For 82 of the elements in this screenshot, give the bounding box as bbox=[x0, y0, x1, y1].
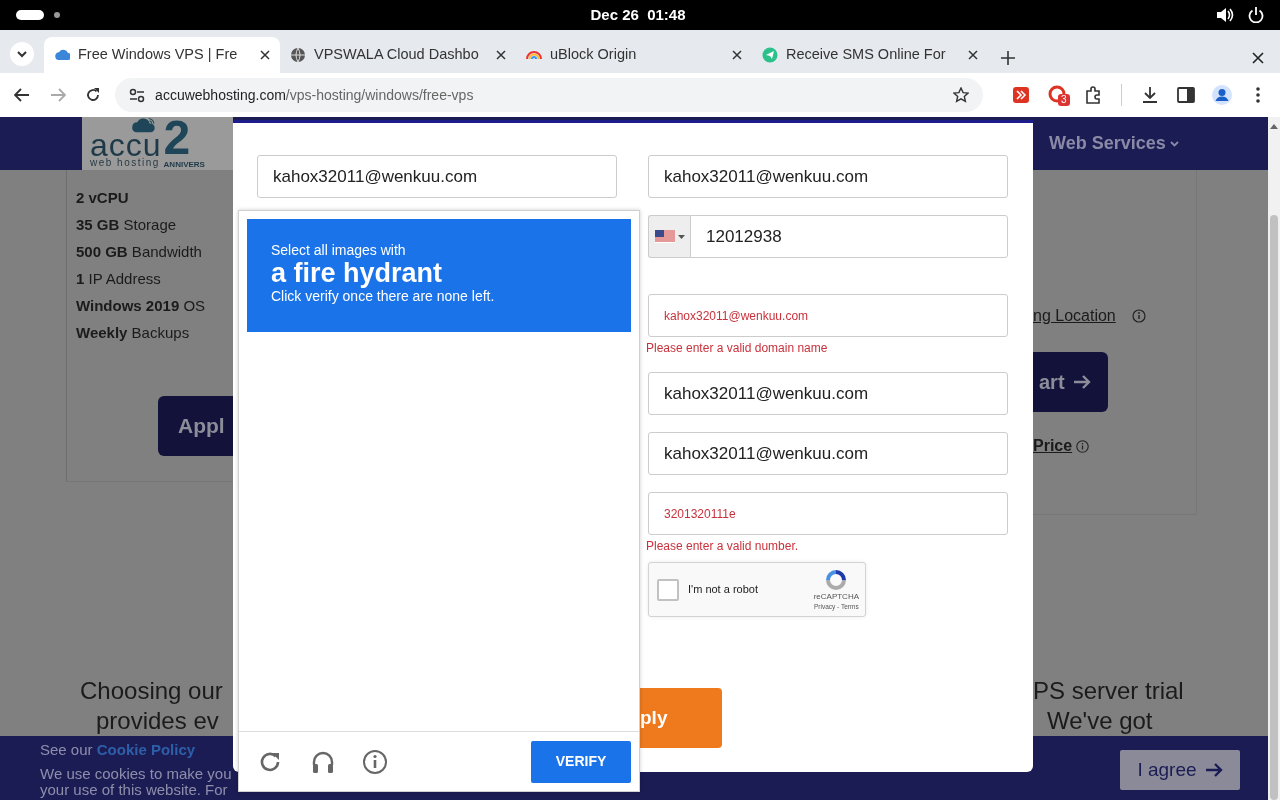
price-link[interactable]: Price bbox=[1033, 434, 1073, 458]
feature-text: Windows 2019 OS bbox=[76, 296, 207, 316]
error-message: Please enter a valid domain name bbox=[646, 340, 829, 357]
caret-icon bbox=[677, 234, 685, 239]
cookie-text: See our Cookie Policy bbox=[40, 742, 197, 758]
intro-text: provides ev bbox=[95, 706, 220, 736]
feature-text: 1 IP Address bbox=[76, 269, 162, 289]
agree-button[interactable]: I agree bbox=[1120, 750, 1240, 790]
close-icon[interactable] bbox=[968, 50, 978, 60]
profile-icon[interactable] bbox=[1212, 85, 1232, 105]
close-icon[interactable] bbox=[1252, 52, 1264, 64]
extension-icon[interactable] bbox=[1048, 85, 1066, 103]
browser-tab[interactable]: Free Windows VPS | Fre bbox=[44, 37, 280, 73]
puzzle-icon[interactable] bbox=[1084, 86, 1102, 104]
input-field[interactable]: kahox32011@wenkuu.com bbox=[257, 155, 617, 198]
checkbox-label: I'm not a robot bbox=[688, 582, 758, 598]
reload-icon[interactable] bbox=[85, 87, 102, 103]
intro-text: We've got bbox=[1046, 706, 1154, 736]
verify-button[interactable]: VERIFY bbox=[531, 740, 631, 783]
input-field[interactable]: kahox32011@wenkuu.com bbox=[648, 294, 1008, 337]
submit-button[interactable]: ply bbox=[640, 688, 722, 748]
feature-text: Weekly Backups bbox=[76, 323, 191, 343]
cookie-text: your use of this website. For bbox=[40, 782, 228, 798]
cloud-icon bbox=[54, 47, 70, 63]
flag-icon bbox=[654, 230, 675, 243]
feature-text: 35 GB Storage bbox=[76, 215, 178, 235]
input-field[interactable]: 3201320111e bbox=[648, 492, 1008, 535]
info-icon[interactable] bbox=[1076, 439, 1090, 453]
activities-icon[interactable] bbox=[16, 10, 44, 20]
menu-icon[interactable] bbox=[1256, 87, 1260, 103]
phone-field[interactable]: 12012938 bbox=[690, 215, 1008, 258]
feature-text: 500 GB Bandwidth bbox=[76, 242, 203, 262]
browser-tab[interactable]: Receive SMS Online For bbox=[752, 37, 988, 73]
intro-text: Choosing our bbox=[80, 676, 224, 706]
caret-icon bbox=[1169, 140, 1179, 147]
side-panel-icon[interactable] bbox=[1177, 86, 1195, 104]
workspace-dot-icon bbox=[54, 12, 60, 18]
globe-icon bbox=[290, 47, 306, 63]
clock[interactable]: Dec 26 01:48 bbox=[590, 3, 686, 27]
info-icon[interactable] bbox=[1131, 309, 1146, 323]
apply-button[interactable]: Appl bbox=[158, 396, 233, 456]
browser-tab[interactable]: uBlock Origin bbox=[516, 37, 752, 73]
back-icon[interactable] bbox=[13, 87, 30, 103]
intro-text: PS server trial bbox=[1033, 676, 1185, 706]
close-icon[interactable] bbox=[732, 50, 742, 60]
info-icon[interactable] bbox=[363, 749, 387, 774]
input-field[interactable]: kahox32011@wenkuu.com bbox=[648, 372, 1008, 415]
power-icon[interactable] bbox=[1248, 7, 1264, 23]
headphones-icon[interactable] bbox=[311, 749, 335, 774]
paper-plane-icon bbox=[762, 47, 778, 63]
input-field[interactable]: kahox32011@wenkuu.com bbox=[648, 432, 1008, 475]
feature-text: 2 vCPU bbox=[76, 188, 130, 208]
address-bar[interactable]: accuwebhosting.com/vps-hosting/windows/free-vps bbox=[115, 78, 983, 112]
new-tab-icon[interactable] bbox=[1001, 51, 1015, 65]
extension-icon[interactable] bbox=[1012, 86, 1030, 104]
scroll-up-icon[interactable] bbox=[1270, 123, 1278, 129]
captcha-hint: Click verify once there are none left. bbox=[271, 288, 496, 304]
captcha-target: a fire hydrant bbox=[271, 258, 444, 288]
bookmark-star-icon[interactable] bbox=[953, 87, 969, 103]
close-icon[interactable] bbox=[260, 50, 270, 60]
url-text: accuwebhosting.com/vps-hosting/windows/free-vps bbox=[155, 85, 474, 105]
nav-menu-item[interactable]: Web Services bbox=[1049, 117, 1179, 170]
checkbox[interactable] bbox=[657, 578, 679, 601]
location-link[interactable]: ng Location bbox=[1033, 304, 1116, 328]
notification-badge: 3 bbox=[1058, 94, 1070, 106]
input-field[interactable]: kahox32011@wenkuu.com bbox=[648, 155, 1008, 198]
error-message: Please enter a valid number. bbox=[646, 538, 800, 555]
tab-search-icon[interactable] bbox=[10, 42, 34, 66]
close-icon[interactable] bbox=[496, 50, 506, 60]
country-select[interactable] bbox=[648, 215, 690, 258]
cookie-text: We use cookies to make you bbox=[40, 766, 233, 782]
captcha-prompt: Select all images with bbox=[271, 242, 407, 258]
volume-icon[interactable] bbox=[1216, 7, 1234, 23]
site-info-icon[interactable] bbox=[129, 87, 146, 103]
rainbow-icon bbox=[526, 51, 542, 59]
cart-button[interactable]: art bbox=[1033, 352, 1108, 412]
download-icon[interactable] bbox=[1141, 86, 1159, 104]
arrow-right-icon bbox=[1204, 762, 1223, 778]
recaptcha-brand: reCAPTCHA bbox=[813, 592, 859, 602]
browser-tab[interactable]: VPSWALA Cloud Dashbo bbox=[280, 37, 516, 73]
arrow-right-icon bbox=[1072, 374, 1091, 390]
scrollbar-thumb[interactable] bbox=[1270, 215, 1278, 800]
